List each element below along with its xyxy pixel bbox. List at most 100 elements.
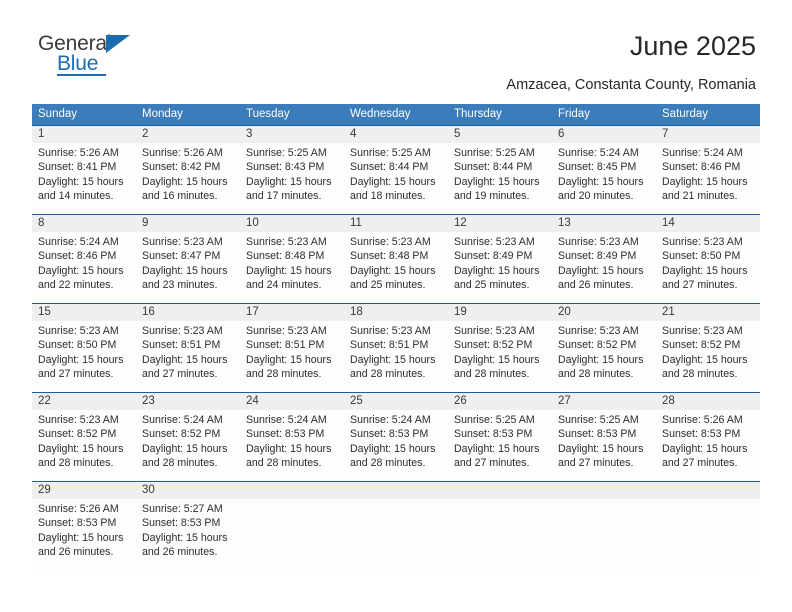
dow-tuesday: Tuesday xyxy=(246,108,290,120)
day-number[interactable]: 27 xyxy=(552,393,656,410)
day-cell[interactable]: Sunrise: 5:24 AM Sunset: 8:53 PM Daylight:… xyxy=(240,410,344,481)
day-cell[interactable]: Sunrise: 5:23 AM Sunset: 8:51 PM Daylight:… xyxy=(240,321,344,392)
sunset-text: Sunset: 8:51 PM xyxy=(246,339,325,352)
day-number[interactable]: 17 xyxy=(240,304,344,321)
sunrise-text: Sunrise: 5:23 AM xyxy=(662,236,743,248)
day-number[interactable]: 28 xyxy=(656,393,760,410)
day-cell[interactable]: Sunrise: 5:23 AM Sunset: 8:49 PM Daylight:… xyxy=(552,232,656,303)
day-cell[interactable]: Sunrise: 5:23 AM Sunset: 8:48 PM Daylight:… xyxy=(344,232,448,303)
daylight-line1-text: Daylight: 15 hours xyxy=(38,175,124,188)
day-cell[interactable]: Sunrise: 5:25 AM Sunset: 8:53 PM Daylight:… xyxy=(552,410,656,481)
sunset-text: Sunset: 8:53 PM xyxy=(350,428,429,441)
sunset-text: Sunset: 8:50 PM xyxy=(38,339,117,352)
sunrise-text: Sunrise: 5:23 AM xyxy=(454,325,535,337)
daylight-line1-text: Daylight: 15 hours xyxy=(558,264,644,277)
day-number[interactable]: 1 xyxy=(32,126,136,143)
day-number[interactable]: 18 xyxy=(344,304,448,321)
day-cell[interactable]: Sunrise: 5:27 AM Sunset: 8:53 PM Daylight:… xyxy=(136,499,240,570)
day-cell[interactable]: Sunrise: 5:23 AM Sunset: 8:52 PM Daylight:… xyxy=(32,410,136,481)
day-cell[interactable]: Sunrise: 5:23 AM Sunset: 8:51 PM Daylight:… xyxy=(344,321,448,392)
day-cell[interactable]: Sunrise: 5:25 AM Sunset: 8:43 PM Daylight:… xyxy=(240,143,344,214)
day-cell[interactable]: Sunrise: 5:23 AM Sunset: 8:52 PM Daylight:… xyxy=(448,321,552,392)
day-of-week-header: Sunday Monday Tuesday Wednesday Thursday… xyxy=(32,104,760,125)
day-cell[interactable]: Sunrise: 5:23 AM Sunset: 8:49 PM Daylight:… xyxy=(448,232,552,303)
daylight-line1-text: Daylight: 15 hours xyxy=(558,353,644,366)
day-cell[interactable]: Sunrise: 5:26 AM Sunset: 8:53 PM Daylight:… xyxy=(32,499,136,570)
sunset-text: Sunset: 8:53 PM xyxy=(246,428,325,441)
daylight-line2-text: and 22 minutes. xyxy=(38,279,114,292)
day-cell[interactable]: Sunrise: 5:24 AM Sunset: 8:45 PM Daylight:… xyxy=(552,143,656,214)
day-cell[interactable]: Sunrise: 5:24 AM Sunset: 8:52 PM Daylight:… xyxy=(136,410,240,481)
day-number[interactable]: 24 xyxy=(240,393,344,410)
day-number[interactable]: 22 xyxy=(32,393,136,410)
daylight-line1-text: Daylight: 15 hours xyxy=(142,531,228,544)
day-number[interactable]: 30 xyxy=(136,482,240,499)
day-number[interactable]: 13 xyxy=(552,215,656,232)
day-cell[interactable]: Sunrise: 5:23 AM Sunset: 8:51 PM Daylight:… xyxy=(136,321,240,392)
daylight-line2-text: and 17 minutes. xyxy=(246,190,322,203)
sunrise-text: Sunrise: 5:25 AM xyxy=(454,147,535,159)
day-number-empty xyxy=(656,482,760,499)
day-number[interactable]: 10 xyxy=(240,215,344,232)
day-number-empty xyxy=(240,482,344,499)
day-cell[interactable]: Sunrise: 5:26 AM Sunset: 8:42 PM Daylight:… xyxy=(136,143,240,214)
day-cell[interactable]: Sunrise: 5:25 AM Sunset: 8:44 PM Daylight:… xyxy=(448,143,552,214)
day-number[interactable]: 6 xyxy=(552,126,656,143)
day-cell[interactable]: Sunrise: 5:24 AM Sunset: 8:53 PM Daylight:… xyxy=(344,410,448,481)
day-cell[interactable]: Sunrise: 5:24 AM Sunset: 8:46 PM Daylight:… xyxy=(656,143,760,214)
day-number[interactable]: 14 xyxy=(656,215,760,232)
day-number[interactable]: 20 xyxy=(552,304,656,321)
daylight-line2-text: and 28 minutes. xyxy=(142,457,218,470)
day-number[interactable]: 7 xyxy=(656,126,760,143)
day-number[interactable]: 23 xyxy=(136,393,240,410)
day-number[interactable]: 19 xyxy=(448,304,552,321)
calendar-weeks: 1 2 3 4 5 6 7 Sunrise: 5:26 AM Sunset: 8:41 PM Da… xyxy=(32,125,760,570)
day-number[interactable]: 26 xyxy=(448,393,552,410)
sunset-text: Sunset: 8:51 PM xyxy=(350,339,429,352)
day-number[interactable]: 3 xyxy=(240,126,344,143)
day-cell[interactable]: Sunrise: 5:26 AM Sunset: 8:41 PM Daylight:… xyxy=(32,143,136,214)
day-cell-empty xyxy=(552,499,656,570)
daylight-line1-text: Daylight: 15 hours xyxy=(662,353,748,366)
day-cell[interactable]: Sunrise: 5:23 AM Sunset: 8:52 PM Daylight:… xyxy=(656,321,760,392)
day-number[interactable]: 9 xyxy=(136,215,240,232)
sunset-text: Sunset: 8:53 PM xyxy=(38,517,117,530)
day-number[interactable]: 12 xyxy=(448,215,552,232)
week-day-details: Sunrise: 5:23 AM Sunset: 8:50 PM Daylight:… xyxy=(32,321,760,392)
sunset-text: Sunset: 8:48 PM xyxy=(350,250,429,263)
day-number[interactable]: 15 xyxy=(32,304,136,321)
day-cell[interactable]: Sunrise: 5:23 AM Sunset: 8:50 PM Daylight:… xyxy=(32,321,136,392)
daylight-line1-text: Daylight: 15 hours xyxy=(662,175,748,188)
day-cell[interactable]: Sunrise: 5:25 AM Sunset: 8:53 PM Daylight:… xyxy=(448,410,552,481)
day-cell[interactable]: Sunrise: 5:23 AM Sunset: 8:48 PM Daylight:… xyxy=(240,232,344,303)
day-cell[interactable]: Sunrise: 5:23 AM Sunset: 8:52 PM Daylight:… xyxy=(552,321,656,392)
day-cell[interactable]: Sunrise: 5:23 AM Sunset: 8:47 PM Daylight:… xyxy=(136,232,240,303)
day-number[interactable]: 25 xyxy=(344,393,448,410)
day-number[interactable]: 11 xyxy=(344,215,448,232)
day-cell[interactable]: Sunrise: 5:25 AM Sunset: 8:44 PM Daylight:… xyxy=(344,143,448,214)
sunrise-text: Sunrise: 5:23 AM xyxy=(454,236,535,248)
day-number[interactable]: 29 xyxy=(32,482,136,499)
sunrise-text: Sunrise: 5:23 AM xyxy=(350,236,431,248)
daylight-line2-text: and 26 minutes. xyxy=(142,546,218,559)
general-blue-logo[interactable]: General Blue xyxy=(38,33,168,81)
day-cell[interactable]: Sunrise: 5:23 AM Sunset: 8:50 PM Daylight:… xyxy=(656,232,760,303)
sunrise-text: Sunrise: 5:26 AM xyxy=(38,503,119,515)
day-number-empty xyxy=(552,482,656,499)
page-subtitle: Amzacea, Constanta County, Romania xyxy=(506,77,756,93)
dow-wednesday: Wednesday xyxy=(350,108,411,120)
day-number[interactable]: 16 xyxy=(136,304,240,321)
sunrise-text: Sunrise: 5:26 AM xyxy=(662,414,743,426)
sunrise-text: Sunrise: 5:24 AM xyxy=(246,414,327,426)
triangle-icon xyxy=(106,35,130,53)
day-number[interactable]: 2 xyxy=(136,126,240,143)
day-cell[interactable]: Sunrise: 5:26 AM Sunset: 8:53 PM Daylight:… xyxy=(656,410,760,481)
sunrise-text: Sunrise: 5:25 AM xyxy=(558,414,639,426)
day-number[interactable]: 21 xyxy=(656,304,760,321)
day-cell[interactable]: Sunrise: 5:24 AM Sunset: 8:46 PM Daylight:… xyxy=(32,232,136,303)
day-number[interactable]: 5 xyxy=(448,126,552,143)
sunset-text: Sunset: 8:42 PM xyxy=(142,161,221,174)
day-number[interactable]: 4 xyxy=(344,126,448,143)
day-number[interactable]: 8 xyxy=(32,215,136,232)
daylight-line2-text: and 28 minutes. xyxy=(38,457,114,470)
